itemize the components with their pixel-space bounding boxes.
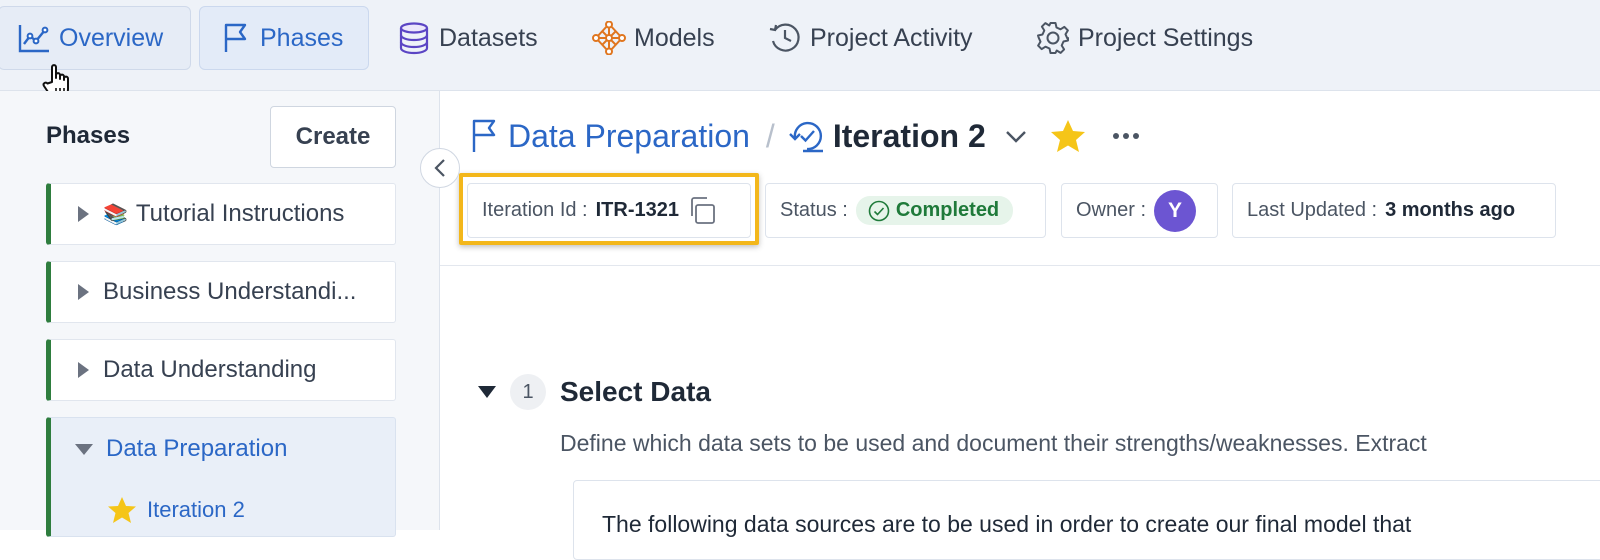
book-icon: 📚 [103, 203, 128, 226]
gear-icon [1036, 21, 1070, 55]
sidebar-item-label: Tutorial Instructions [135, 200, 345, 227]
tab-project-settings-label: Project Settings [1078, 23, 1254, 52]
section-header[interactable]: 1 Select Data [478, 374, 711, 410]
sidebar-item-label: Business Understandi... [103, 278, 357, 305]
sidebar-item-business-understanding[interactable]: Business Understandi... [46, 261, 396, 323]
chevron-down-icon[interactable] [1004, 128, 1028, 144]
section-content-box: The following data sources are to be use… [573, 480, 1600, 560]
sidebar-subitem-label: Iteration 2 [147, 497, 245, 522]
tab-datasets-label: Datasets [439, 23, 538, 52]
status-label: Status : [780, 199, 848, 221]
chart-line-icon [17, 21, 51, 55]
owner-label: Owner : [1076, 199, 1147, 221]
status-value: Completed [895, 199, 1000, 221]
check-circle-icon [868, 200, 890, 222]
section-description: Define which data sets to be used and do… [560, 430, 1427, 456]
last-updated-value: 3 months ago [1385, 199, 1516, 221]
sidebar-subitem-iteration[interactable]: Iteration 2 [107, 496, 245, 524]
caret-down-icon[interactable] [478, 386, 496, 398]
section-body-text: The following data sources are to be use… [602, 511, 1412, 537]
caret-right-icon [78, 284, 89, 300]
sidebar-title: Phases [46, 122, 131, 149]
tab-phases[interactable]: Phases [199, 6, 369, 70]
header-divider [440, 265, 1600, 266]
database-icon [397, 21, 431, 55]
breadcrumb-separator: / [765, 117, 775, 154]
tab-overview-label: Overview [59, 23, 164, 52]
flag-icon [218, 21, 252, 55]
create-phase-button[interactable]: Create [270, 106, 396, 168]
tab-models[interactable]: Models [574, 6, 733, 70]
highlight-frame [459, 173, 759, 245]
tab-project-settings[interactable]: Project Settings [1018, 6, 1271, 70]
caret-right-icon [78, 206, 89, 222]
last-updated-label: Last Updated : [1247, 199, 1378, 221]
collapse-sidebar-button[interactable] [420, 148, 460, 188]
history-icon [768, 21, 802, 55]
owner-card: Owner : Y [1061, 183, 1218, 238]
tab-project-activity-label: Project Activity [810, 23, 973, 52]
status-card: Status : Completed [765, 183, 1046, 238]
sidebar-item-data-understanding[interactable]: Data Understanding [46, 339, 396, 401]
last-updated-card: Last Updated : 3 months ago [1232, 183, 1556, 238]
star-icon [107, 496, 137, 524]
chevron-left-icon [433, 158, 447, 178]
top-navigation: Overview Phases Datasets Models Project … [0, 0, 1600, 91]
avatar[interactable]: Y [1154, 189, 1197, 232]
section-number: 1 [510, 374, 546, 410]
breadcrumb-phase-link[interactable]: Data Preparation [508, 118, 750, 155]
iteration-title: Iteration 2 [832, 117, 986, 154]
tab-datasets[interactable]: Datasets [379, 6, 556, 70]
sidebar-item-label: Data Understanding [103, 356, 317, 383]
star-icon[interactable] [1050, 119, 1086, 153]
caret-down-icon [75, 443, 93, 455]
flag-icon [470, 118, 498, 154]
section-title: Select Data [560, 376, 711, 407]
tab-phases-label: Phases [260, 23, 344, 52]
status-badge: Completed [855, 196, 1014, 225]
breadcrumb: Data Preparation / Iteration 2 [470, 112, 1140, 160]
tab-project-activity[interactable]: Project Activity [750, 6, 991, 70]
caret-right-icon [78, 362, 89, 378]
more-options-icon[interactable] [1112, 132, 1140, 140]
sidebar-item-tutorial-instructions[interactable]: 📚 Tutorial Instructions [46, 183, 396, 245]
sidebar-item-label: Data Preparation [106, 435, 288, 462]
model-network-icon [592, 21, 626, 55]
sidebar-item-data-preparation[interactable]: Data Preparation Iteration 2 [46, 417, 396, 537]
tab-models-label: Models [634, 23, 715, 52]
iteration-cycle-icon [788, 118, 825, 154]
tab-overview[interactable]: Overview [0, 6, 191, 70]
